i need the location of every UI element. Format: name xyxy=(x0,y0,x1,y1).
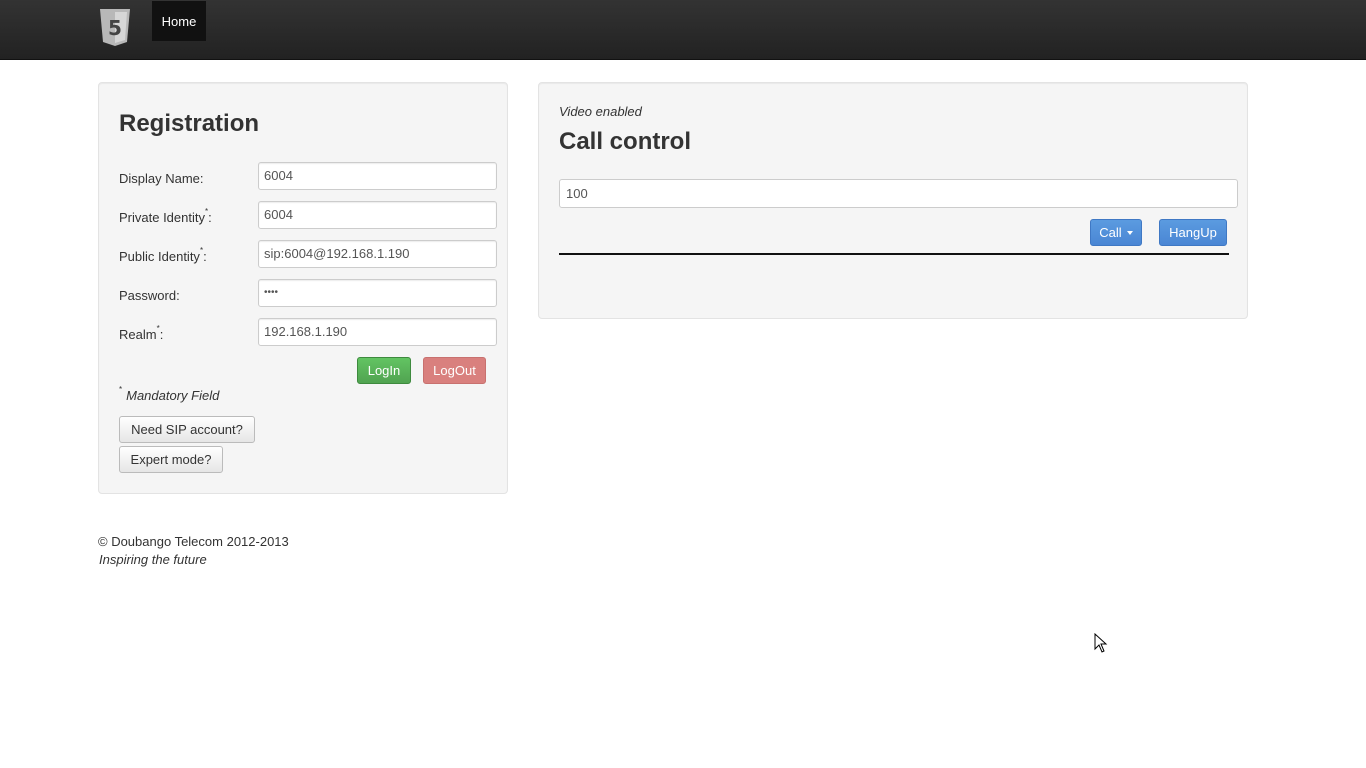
call-control-panel: Video enabled Call control 100 Call Hang… xyxy=(538,82,1248,319)
call-button-label: Call xyxy=(1099,225,1122,240)
call-button[interactable]: Call xyxy=(1090,219,1142,246)
expert-mode-button[interactable]: Expert mode? xyxy=(119,446,223,473)
private-identity-label: Private Identity*: xyxy=(119,207,212,225)
required-mark: * xyxy=(199,246,204,255)
html5-logo-glyph: 5 xyxy=(108,16,122,40)
mouse-pointer-icon xyxy=(1094,633,1108,653)
footer-copyright: © Doubango Telecom 2012-2013 xyxy=(98,534,289,549)
video-divider xyxy=(559,253,1229,255)
display-name-input[interactable]: 6004 xyxy=(258,162,497,190)
nav-home-link[interactable]: Home xyxy=(152,1,206,41)
hangup-button[interactable]: HangUp xyxy=(1159,219,1227,246)
top-navbar: 5 Home xyxy=(0,0,1366,60)
private-identity-input[interactable]: 6004 xyxy=(258,201,497,229)
registration-title: Registration xyxy=(119,110,260,137)
registration-panel: Registration Display Name: 6004 Private … xyxy=(98,82,508,494)
logout-button[interactable]: LogOut xyxy=(423,357,486,384)
call-control-title: Call control xyxy=(559,128,692,155)
realm-input[interactable]: 192.168.1.190 xyxy=(258,318,497,346)
public-identity-input[interactable]: sip:6004@192.168.1.190 xyxy=(258,240,497,268)
need-sip-account-button[interactable]: Need SIP account? xyxy=(119,416,255,443)
login-button[interactable]: LogIn xyxy=(357,357,411,384)
html5-logo-icon[interactable]: 5 xyxy=(98,9,132,47)
realm-label: Realm*: xyxy=(119,324,164,342)
password-input[interactable]: •••• xyxy=(258,279,497,307)
password-label: Password: xyxy=(119,288,180,303)
call-number-input[interactable]: 100 xyxy=(559,179,1238,208)
mandatory-note: * Mandatory Field xyxy=(119,385,220,403)
display-name-label: Display Name: xyxy=(119,171,204,186)
caret-down-icon xyxy=(1126,230,1133,235)
video-enabled-note: Video enabled xyxy=(559,104,642,119)
required-mark: * xyxy=(205,207,209,216)
required-mark: * xyxy=(156,324,160,333)
public-identity-label: Public Identity*: xyxy=(119,246,207,264)
footer-tagline: Inspiring the future xyxy=(99,552,207,567)
